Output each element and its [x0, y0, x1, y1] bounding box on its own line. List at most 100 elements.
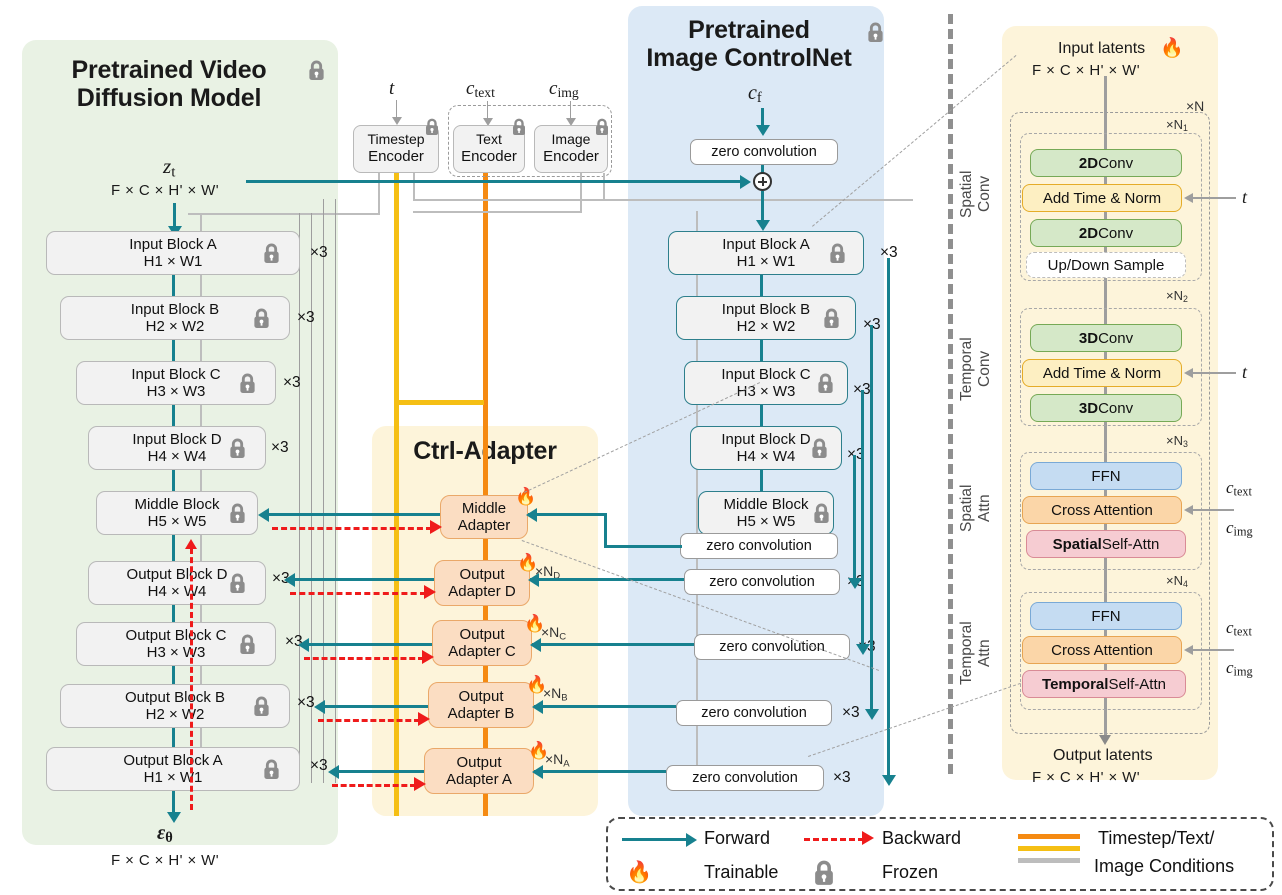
row-rest: Add Time & Norm	[1042, 189, 1162, 207]
detail-spatial-self-attn[interactable]: Spatial Self-Attn	[1026, 530, 1186, 558]
output-adapter-b[interactable]: Output Adapter B	[428, 682, 534, 728]
block-dims: H1 × W1	[143, 253, 203, 270]
detail-cross-attention-2[interactable]: Cross Attention	[1022, 636, 1182, 664]
cn-spine-4	[760, 470, 763, 491]
fwd-middle-left	[266, 513, 440, 516]
row-rest: Up/Down Sample	[1047, 256, 1165, 274]
detail-updown-sample[interactable]: Up/Down Sample	[1026, 252, 1186, 278]
spatial-attn-side-label: Spatial Attn	[958, 484, 993, 532]
cn-spine-3	[760, 405, 763, 426]
detail-2d-conv-1[interactable]: 2D Conv	[1030, 149, 1182, 177]
legend-backward-line	[804, 838, 864, 841]
block-dims: H2 × W2	[736, 318, 796, 335]
enc-gray-v2	[580, 173, 583, 213]
fwd-c-right-arrow	[530, 637, 541, 652]
lock-icon	[824, 308, 839, 328]
detail-2d-conv-2[interactable]: 2D Conv	[1030, 219, 1182, 247]
spatial-conv-side-label: Spatial Conv	[958, 170, 993, 218]
detail-temporal-self-attn[interactable]: Temporal Self-Attn	[1022, 670, 1186, 698]
lock-icon	[240, 634, 255, 654]
cimg-cond-label-2: cimg	[1226, 658, 1253, 679]
zero-conv-a[interactable]: zero convolution	[666, 765, 824, 791]
zero-conv-middle[interactable]: zero convolution	[680, 533, 838, 559]
epsilon-dims: F × C × H' × W'	[111, 852, 219, 869]
row-rest: Cross Attention	[1051, 501, 1153, 519]
detail-cross-attention-1[interactable]: Cross Attention	[1022, 496, 1182, 524]
output-adapter-a[interactable]: Output Adapter A	[424, 748, 534, 794]
adapter-line1: Output	[459, 625, 505, 643]
timestep-condition-line	[394, 158, 399, 556]
lock-icon	[309, 60, 324, 80]
block-name: Input Block A	[722, 235, 810, 253]
lock-icon	[818, 373, 833, 393]
zt-label: zt	[163, 154, 176, 181]
adapter-b-repeat: ×NB	[543, 685, 568, 704]
cn-tap-a-arrow	[881, 775, 896, 786]
cf-label: cf	[748, 82, 762, 107]
zero-conv-b[interactable]: zero convolution	[676, 700, 832, 726]
c-cond-line-2	[1192, 649, 1234, 652]
row-rest: Add Time & Norm	[1042, 364, 1162, 382]
row-bold: 2D	[1078, 224, 1099, 242]
fwd-d-left	[292, 578, 434, 581]
video-spine-2	[172, 340, 175, 361]
fwd-d-right	[530, 578, 684, 581]
block-dims: H4 × W4	[736, 448, 796, 465]
n4-repeat: ×N4	[1166, 573, 1188, 590]
zero-conv-d[interactable]: zero convolution	[684, 569, 840, 595]
row-bold: 3D	[1078, 329, 1099, 347]
timestep-encoder-line1: Timestep	[367, 131, 425, 148]
detail-output-dims: F × C × H' × W'	[1032, 769, 1140, 786]
block-dims: H5 × W5	[736, 513, 796, 530]
cn-spine-2	[760, 340, 763, 361]
detail-add-time-norm-2[interactable]: Add Time & Norm	[1022, 359, 1182, 387]
t-cond-arrow-1	[1184, 192, 1193, 203]
video-block-a-repeat: ×3	[310, 244, 328, 261]
lock-icon	[254, 696, 269, 716]
plus-to-block-a-arrow	[755, 220, 770, 231]
bwd-a	[332, 784, 416, 787]
fwd-middle-left-arrow	[258, 507, 269, 522]
row-rest: FFN	[1091, 467, 1121, 485]
cn-spine-1	[760, 275, 763, 296]
fwd-a-right-arrow	[532, 764, 543, 779]
block-name: Output Block C	[125, 626, 227, 644]
detail-ffn-1[interactable]: FFN	[1030, 462, 1182, 490]
panel-divider	[948, 14, 953, 774]
fwd-middle-right-h2	[604, 545, 682, 548]
block-dims: H1 × W1	[736, 253, 796, 270]
controlnet-panel-title: Pretrained Image ControlNet	[624, 16, 874, 72]
output-adapter-c[interactable]: Output Adapter C	[432, 620, 532, 666]
block-dims: H3 × W3	[736, 383, 796, 400]
detail-input-title: Input latents	[1058, 40, 1146, 57]
bwd-middle-arrow	[430, 520, 442, 534]
enc-gray-v1	[413, 173, 416, 201]
c-img-label: cimg	[549, 78, 579, 100]
zt-to-controlnet-arrow	[740, 174, 751, 189]
adapter-line2: Adapter B	[447, 705, 515, 722]
zt-dims: F × C × H' × W'	[111, 182, 219, 199]
cn-tap-a	[887, 258, 890, 778]
controlnet-input-zero-conv[interactable]: zero convolution	[690, 139, 838, 165]
video-spine-3	[172, 405, 175, 426]
detail-add-time-norm-1[interactable]: Add Time & Norm	[1022, 184, 1182, 212]
output-adapter-d[interactable]: Output Adapter D	[434, 560, 530, 606]
fwd-b-left	[322, 705, 428, 708]
detail-3d-conv-1[interactable]: 3D Conv	[1030, 324, 1182, 352]
image-encoder-line1: Image	[551, 131, 591, 148]
temporal-conv-side-label: Temporal Conv	[958, 337, 993, 401]
detail-ffn-2[interactable]: FFN	[1030, 602, 1182, 630]
zero-conv-label: zero convolution	[719, 638, 825, 655]
detail-output-arrow	[1099, 735, 1111, 745]
zero-conv-c[interactable]: zero convolution	[694, 634, 850, 660]
cn-tap-b-arrow	[864, 709, 879, 720]
detail-input-dims: F × C × H' × W'	[1032, 62, 1140, 79]
epsilon-label: εθ	[157, 822, 173, 847]
block-name: Input Block C	[721, 365, 811, 383]
c-text-label: ctext	[466, 78, 495, 100]
block-dims: H1 × W1	[143, 769, 203, 786]
block-dims: H4 × W4	[147, 448, 207, 465]
detail-3d-conv-2[interactable]: 3D Conv	[1030, 394, 1182, 422]
bwd-d	[290, 592, 426, 595]
lock-icon	[426, 118, 438, 135]
